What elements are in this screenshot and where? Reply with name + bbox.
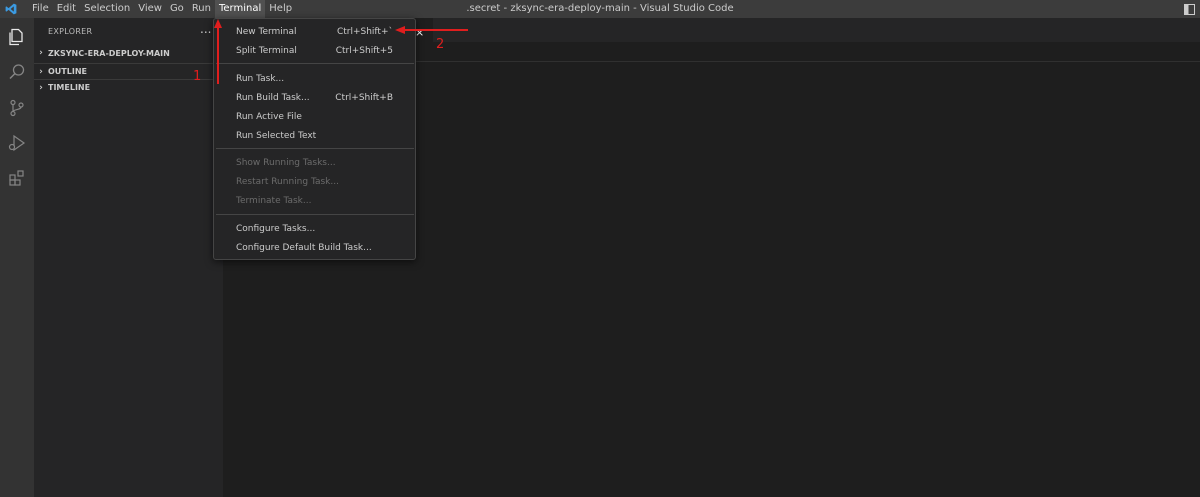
annotation-arrowhead-2: [395, 26, 405, 34]
annotation-arrowhead-1: [214, 19, 222, 28]
annotation-overlay: [214, 19, 468, 84]
annotation-label-1: 1: [193, 69, 202, 84]
annotation-label-2: 2: [436, 37, 445, 52]
